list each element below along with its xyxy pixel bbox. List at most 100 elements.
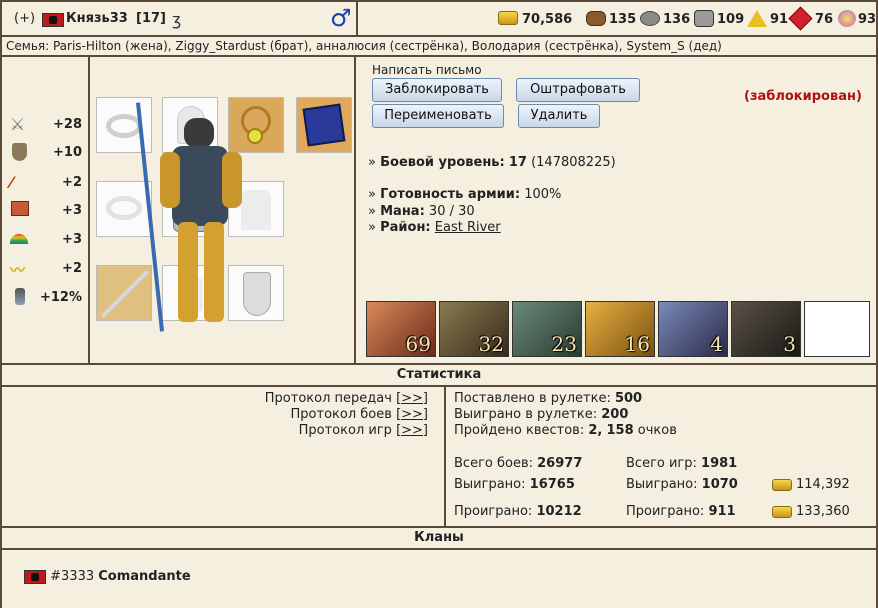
games-lost-row: Проиграно: 911 — [626, 504, 736, 519]
clans-header: Кланы — [0, 528, 878, 550]
delete-button[interactable]: Удалить — [518, 104, 600, 128]
army-count-5: 4 — [710, 332, 723, 356]
army-count-6: 3 — [783, 332, 796, 356]
protocols-column: Протокол передач [>>] Протокол боев [>>]… — [2, 387, 446, 526]
roulette-won-value: 200 — [601, 407, 629, 422]
top-bar: (+) Князь33 [17] ʒ ♂ 70,586 135 136 109 … — [0, 0, 878, 37]
roulette-won-row: Выиграно в рулетке: 200 — [454, 407, 677, 423]
gold-won-icon — [772, 479, 792, 491]
mercury-icon — [694, 10, 714, 27]
district-row: » Район: East River — [368, 220, 501, 235]
gems-icon — [838, 10, 856, 27]
hero-figure — [135, 102, 264, 337]
block-button[interactable]: Заблокировать — [372, 78, 502, 102]
stat-morale: 〰 +2 — [10, 259, 86, 279]
username[interactable]: Князь33 — [66, 11, 128, 26]
character-panel: ⚔ +28 +10 ⁄ +2 +3 +3 〰 +2 +12% Написать … — [0, 57, 878, 365]
clan-item[interactable]: #3333 Comandante — [24, 569, 191, 584]
district-link[interactable]: East River — [435, 220, 501, 235]
gold-value: 70,586 — [522, 12, 573, 27]
army-slot-2[interactable]: 32 — [439, 301, 509, 357]
gold-lost-icon — [772, 506, 792, 518]
shield-icon — [12, 143, 27, 161]
resources-bar: 70,586 135 136 109 91 76 93 — [358, 2, 876, 37]
mercury-value: 109 — [717, 12, 745, 27]
spellbook-slot[interactable] — [296, 97, 352, 153]
wand-icon: ⁄ — [10, 173, 13, 192]
army-slot-6[interactable]: 3 — [731, 301, 801, 357]
protocol-transfers: Протокол передач [>>] — [265, 391, 428, 407]
weapon-slot[interactable] — [96, 265, 152, 321]
gems-value: 93 — [858, 12, 877, 27]
army-ready-row: » Готовность армии: 100% — [368, 187, 561, 202]
spellbook-icon — [11, 201, 29, 216]
protocol-battles-link[interactable]: [>>] — [396, 407, 428, 422]
protocol-games-link[interactable]: [>>] — [396, 423, 428, 438]
sulfur-value: 91 — [770, 12, 789, 27]
crystal-icon — [788, 6, 813, 31]
combat-level-value: 17 — [508, 155, 527, 170]
sword-icon: ⚔ — [10, 115, 26, 135]
stats-column: ⚔ +28 +10 ⁄ +2 +3 +3 〰 +2 +12% — [2, 57, 90, 363]
protocol-links: Протокол передач [>>] Протокол боев [>>]… — [265, 391, 428, 439]
district-label: Район: — [380, 220, 431, 235]
guild-icon: ʒ — [172, 10, 182, 29]
bullet: » — [368, 155, 376, 170]
potion-icon — [15, 288, 25, 305]
combat-level-row: » Боевой уровень: 17 (147808225) — [368, 155, 616, 170]
battles-lost-value: 10212 — [536, 504, 582, 519]
games-won-label: Выиграно: — [626, 477, 698, 492]
clan-name[interactable]: Comandante — [98, 569, 190, 584]
stat-luck-value: +3 — [62, 232, 82, 247]
write-letter-link[interactable]: Написать письмо — [372, 63, 482, 77]
clan-flag-icon — [24, 569, 46, 584]
fine-button[interactable]: Оштрафовать — [516, 78, 640, 102]
rename-button[interactable]: Переименовать — [372, 104, 504, 128]
quests-points-label: очков — [637, 423, 677, 438]
statistics-header: Статистика — [0, 365, 878, 387]
stat-spellpower-value: +2 — [62, 175, 82, 190]
gold-won-value: 114,392 — [796, 477, 850, 492]
protocol-games: Протокол игр [>>] — [265, 423, 428, 439]
army-count-1: 69 — [405, 332, 431, 356]
equipment-panel — [90, 57, 356, 363]
battles-lost-label: Проиграно: — [454, 504, 533, 519]
ore-value: 136 — [663, 12, 691, 27]
stat-defense: +10 — [10, 143, 86, 163]
ring-slot-bottom[interactable] — [96, 181, 152, 237]
sulfur-icon — [747, 10, 767, 27]
battles-total-label: Всего боев: — [454, 456, 533, 471]
mana-label: Мана: — [380, 204, 425, 219]
clans-title: Кланы — [414, 530, 464, 545]
army-slot-4[interactable]: 16 — [585, 301, 655, 357]
protocol-transfers-link[interactable]: [>>] — [396, 391, 428, 406]
roulette-stats: Поставлено в рулетке: 500 Выиграно в рул… — [454, 391, 677, 439]
army-slot-1[interactable]: 69 — [366, 301, 436, 357]
stat-defense-value: +10 — [53, 145, 82, 160]
battles-lost-row: Проиграно: 10212 — [454, 504, 582, 519]
statistics-title: Статистика — [396, 367, 482, 382]
protocol-battles-label: Протокол боев — [290, 407, 392, 422]
army-slot-empty[interactable] — [804, 301, 870, 357]
stat-knowledge: +3 — [10, 201, 86, 221]
add-friend-link[interactable]: (+) — [14, 11, 35, 26]
roulette-bet-row: Поставлено в рулетке: 500 — [454, 391, 677, 407]
clan-flag-icon[interactable] — [42, 13, 64, 27]
combat-level-label: Боевой уровень: — [380, 155, 505, 170]
battles-total-row: Всего боев: 26977 — [454, 456, 582, 471]
army-ready-label: Готовность армии: — [380, 187, 521, 202]
ring-empty-icon — [106, 196, 142, 220]
games-won-value: 1070 — [701, 477, 738, 492]
stat-spellpower: ⁄ +2 — [10, 173, 86, 193]
wood-icon — [586, 11, 606, 26]
roulette-bet-value: 500 — [614, 391, 643, 406]
book-icon — [302, 103, 346, 147]
army-slot-5[interactable]: 4 — [658, 301, 728, 357]
army-count-4: 16 — [624, 332, 650, 356]
ore-icon — [640, 11, 660, 26]
protocol-transfers-label: Протокол передач — [264, 391, 392, 406]
army-count-3: 23 — [551, 332, 577, 356]
army-count-2: 32 — [478, 332, 504, 356]
wings-icon: 〰 — [10, 261, 26, 279]
army-slot-3[interactable]: 23 — [512, 301, 582, 357]
